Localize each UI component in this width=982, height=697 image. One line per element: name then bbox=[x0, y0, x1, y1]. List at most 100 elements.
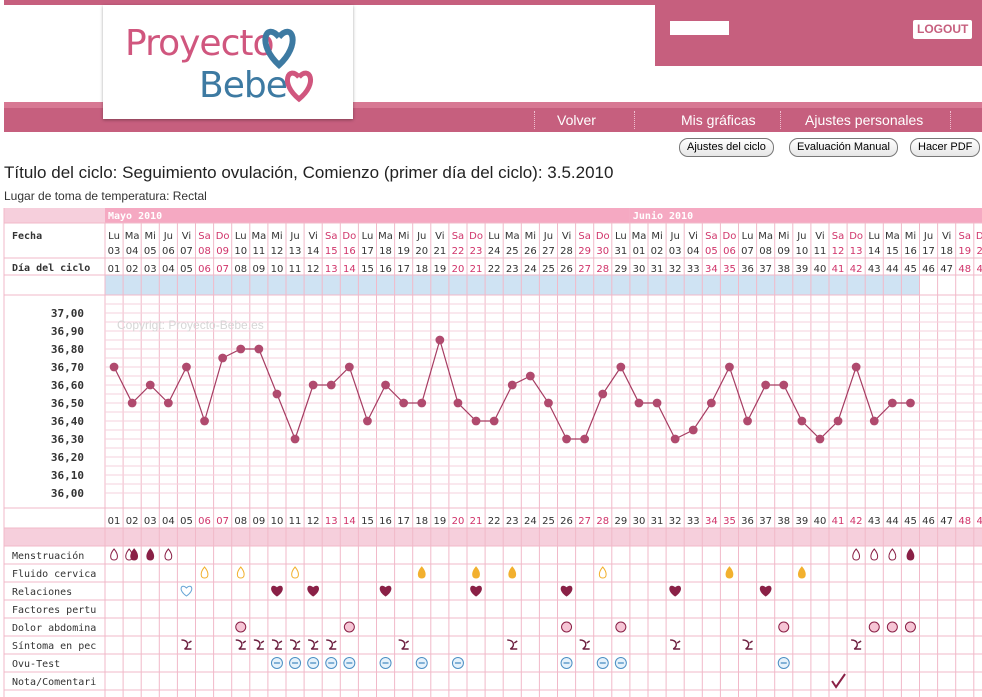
date-label: 07 bbox=[180, 246, 193, 257]
cycle-day-label: 18 bbox=[415, 264, 428, 275]
date-label: 04 bbox=[687, 246, 700, 257]
temperature-point bbox=[833, 416, 843, 426]
cycle-day-label-bottom: 15 bbox=[361, 516, 374, 527]
cycle-day-label: 40 bbox=[814, 264, 827, 275]
hacer-pdf-button[interactable]: Hacer PDF bbox=[910, 138, 981, 157]
cycle-day-label: 41 bbox=[832, 264, 845, 275]
weekday-label: Ju bbox=[796, 231, 806, 242]
drop-yellow-icon bbox=[797, 566, 806, 579]
weekday-label: Lu bbox=[742, 231, 754, 242]
drop-yellow-icon bbox=[417, 566, 426, 579]
date-label: 30 bbox=[596, 246, 609, 257]
symptom-label: Síntoma en pec bbox=[12, 640, 96, 652]
nav-ajustes-personales[interactable]: Ajustes personales bbox=[805, 108, 923, 132]
date-label: 11 bbox=[814, 246, 827, 257]
logo[interactable]: Proyecto Bebe bbox=[103, 5, 353, 119]
cycle-day-label: 07 bbox=[216, 264, 229, 275]
temperature-point bbox=[725, 362, 734, 372]
weekday-label: Mi bbox=[525, 231, 536, 242]
breast-symptom-icon bbox=[271, 639, 283, 650]
date-label: 20 bbox=[976, 246, 982, 257]
weekday-label: Ma bbox=[125, 231, 140, 242]
weekday-label: Mi bbox=[145, 231, 156, 242]
weekday-label: Ma bbox=[505, 231, 520, 242]
temperature-chart: Mayo 2010 Junio 2010 Fecha Día del ciclo Lu 0… bbox=[3, 208, 982, 697]
weekday-label: Ma bbox=[758, 231, 773, 242]
symptom-label: Factores pertu bbox=[12, 605, 96, 616]
temperature-point bbox=[381, 380, 390, 390]
drop-filled-icon bbox=[906, 548, 915, 561]
cycle-day-label-bottom: 09 bbox=[252, 516, 265, 527]
separator-row bbox=[4, 528, 982, 546]
y-tick-label: 36,00 bbox=[51, 487, 84, 500]
date-label: 15 bbox=[886, 246, 899, 257]
cycle-day-label-bottom: 22 bbox=[488, 516, 501, 527]
breast-symptom-icon bbox=[398, 639, 410, 650]
weekday-label: Sa bbox=[198, 231, 210, 242]
cycle-day-label: 43 bbox=[868, 264, 881, 275]
temperature-point bbox=[236, 344, 246, 354]
cycle-day-label: 42 bbox=[850, 264, 863, 275]
highlight-band bbox=[105, 275, 920, 295]
ajustes-ciclo-button[interactable]: Ajustes del ciclo bbox=[679, 138, 774, 157]
y-tick-label: 36,70 bbox=[51, 361, 84, 374]
date-label: 27 bbox=[542, 246, 555, 257]
temperature-point bbox=[127, 398, 137, 408]
y-tick-label: 36,80 bbox=[51, 343, 84, 356]
month-label: Mayo 2010 bbox=[108, 211, 162, 222]
weekday-label: Vi bbox=[308, 231, 317, 242]
date-label: 16 bbox=[904, 246, 917, 257]
drop-filled-icon bbox=[130, 548, 139, 561]
nav-mis-graficas[interactable]: Mis gráficas bbox=[681, 108, 756, 132]
heart-filled-icon bbox=[759, 585, 772, 597]
weekday-label: Ma bbox=[632, 231, 647, 242]
pain-circle-icon bbox=[778, 621, 790, 633]
drop-outline-icon bbox=[164, 548, 173, 561]
cycle-day-label-bottom: 25 bbox=[542, 516, 555, 527]
weekday-label: Sa bbox=[959, 231, 971, 242]
cycle-day-label-bottom: 35 bbox=[723, 516, 736, 527]
cycle-day-label: 05 bbox=[180, 264, 193, 275]
weekday-label: Vi bbox=[689, 231, 698, 242]
date-label: 05 bbox=[705, 246, 718, 257]
cycle-day-label-bottom: 33 bbox=[687, 516, 700, 527]
row-label-dia-ciclo: Día del ciclo bbox=[12, 262, 90, 274]
breast-symptom-icon bbox=[235, 639, 247, 650]
evaluacion-manual-button[interactable]: Evaluación Manual bbox=[789, 138, 898, 157]
temperature-point bbox=[507, 380, 517, 390]
weekday-label: Mi bbox=[778, 231, 789, 242]
pain-circle-icon bbox=[886, 621, 898, 633]
cycle-day-label-bottom: 14 bbox=[343, 516, 356, 527]
weekday-label: Lu bbox=[108, 231, 120, 242]
weekday-label: Do bbox=[723, 231, 737, 242]
logout-button[interactable]: LOGOUT bbox=[913, 20, 973, 39]
y-tick-label: 36,20 bbox=[51, 451, 84, 464]
date-label: 14 bbox=[868, 246, 881, 257]
weekday-label: Mi bbox=[651, 231, 662, 242]
temperature-point bbox=[761, 380, 771, 390]
cycle-day-label-bottom: 18 bbox=[415, 516, 428, 527]
symptom-label: Fluido cervica bbox=[12, 569, 96, 580]
weekday-label: Ma bbox=[378, 231, 393, 242]
heart-filled-icon bbox=[307, 585, 319, 597]
date-label: 06 bbox=[162, 246, 175, 257]
cycle-day-label: 09 bbox=[252, 264, 265, 275]
logo-text-proyecto: Proyecto bbox=[125, 23, 274, 64]
cycle-day-label: 26 bbox=[560, 264, 573, 275]
weekday-label: Vi bbox=[182, 231, 191, 242]
temperature-line bbox=[113, 337, 911, 441]
cycle-day-label: 21 bbox=[470, 264, 483, 275]
temperature-point bbox=[869, 416, 879, 426]
cycle-day-label-bottom: 29 bbox=[614, 516, 627, 527]
date-label: 16 bbox=[343, 246, 356, 257]
symptom-label: Ovu-Test bbox=[12, 659, 60, 670]
drop-outline-icon bbox=[852, 548, 861, 561]
cycle-day-label: 44 bbox=[886, 264, 899, 275]
date-label: 08 bbox=[759, 246, 772, 257]
weekday-label: Do bbox=[342, 231, 356, 242]
breast-symptom-icon bbox=[253, 639, 265, 650]
nav-volver[interactable]: Volver bbox=[557, 108, 596, 132]
temperature-point bbox=[272, 389, 282, 399]
weekday-label: Ju bbox=[670, 231, 680, 242]
cycle-day-label-bottom: 08 bbox=[234, 516, 247, 527]
